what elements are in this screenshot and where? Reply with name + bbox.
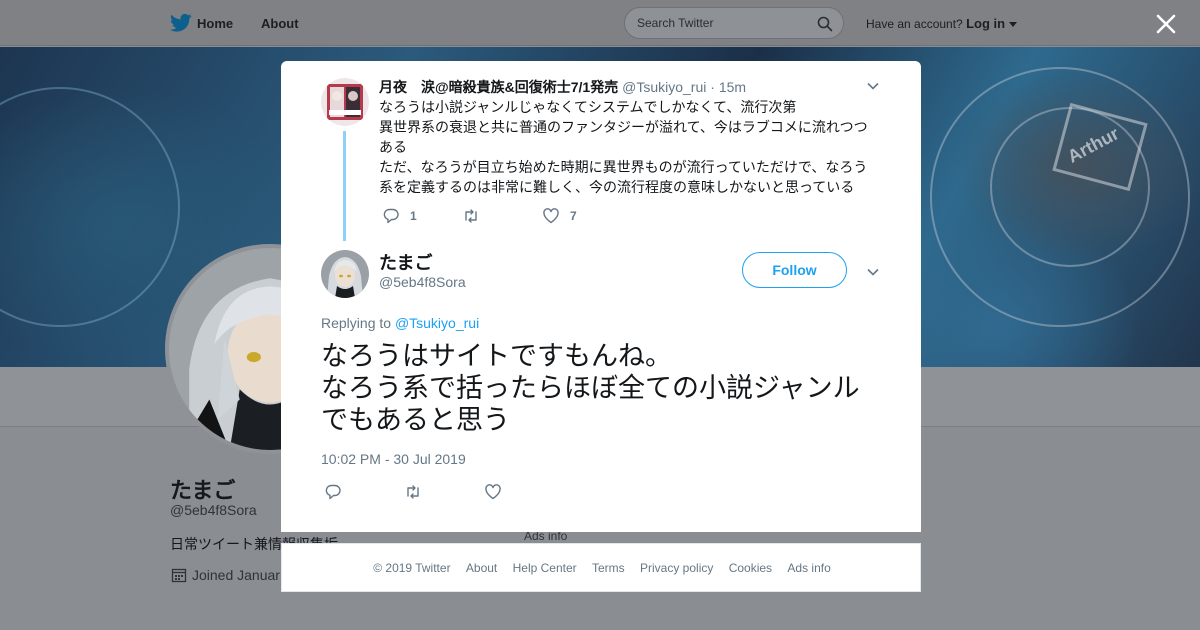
footer-link-copyright: © 2019 Twitter: [373, 561, 451, 575]
retweet-icon: [465, 209, 477, 223]
parent-tweet-time[interactable]: · 15m: [710, 79, 746, 95]
main-tweet-avatar[interactable]: [321, 250, 369, 298]
replying-to: Replying to @Tsukiyo_rui: [321, 315, 479, 331]
profile-name: たまご: [170, 478, 236, 503]
retweet-icon: [407, 485, 419, 499]
footer-links: © 2019 Twitter About Help Center Terms P…: [282, 561, 922, 575]
twitter-bird-icon[interactable]: [170, 13, 192, 33]
footer-link-cookies[interactable]: Cookies: [729, 561, 772, 575]
tweet-permalink-modal: 月夜 涙@暗殺貴族&回復術士7/1発売 @Tsukiyo_rui · 15m な…: [281, 61, 921, 532]
search-icon[interactable]: [817, 16, 833, 32]
main-tweet-author-name[interactable]: たまご: [379, 249, 432, 275]
parent-tweet-avatar[interactable]: [321, 78, 369, 126]
footer-link-about[interactable]: About: [466, 561, 497, 575]
like-count: 7: [570, 209, 577, 223]
parent-tweet-avatar-image: [321, 78, 369, 126]
main-tweet-author-handle[interactable]: @5eb4f8Sora: [379, 274, 466, 290]
footer-link-help-center[interactable]: Help Center: [513, 561, 577, 575]
footer-link-privacy-policy[interactable]: Privacy policy: [640, 561, 713, 575]
reply-icon: [383, 208, 399, 224]
profile-handle[interactable]: @5eb4f8Sora: [170, 502, 257, 518]
close-icon[interactable]: [1155, 13, 1177, 35]
retweet-button[interactable]: [404, 483, 484, 501]
heart-icon: [485, 484, 501, 500]
login-link[interactable]: Log in: [966, 16, 1005, 31]
main-tweet-text: なろうはサイトですもんね。 なろう系で括ったらほぼ全ての小説ジャンルでもあると思…: [321, 340, 881, 436]
replying-to-handle-link[interactable]: @Tsukiyo_rui: [395, 315, 479, 331]
banner-ring: [0, 87, 180, 327]
account-prompt: Have an account? Log in: [866, 16, 1018, 31]
parent-tweet-author-handle[interactable]: @Tsukiyo_rui: [622, 79, 706, 95]
reply-count: 1: [410, 209, 417, 223]
chevron-down-icon[interactable]: [866, 79, 880, 93]
retweet-button[interactable]: [462, 207, 542, 225]
main-tweet-line: なろうはサイトですもんね。: [321, 341, 672, 371]
heart-icon: [543, 208, 559, 224]
main-tweet-avatar-image: [321, 250, 369, 298]
reply-button[interactable]: [324, 483, 404, 501]
calendar-icon: [171, 568, 187, 583]
reply-button[interactable]: 1: [382, 207, 462, 225]
thread-connector-line: [343, 131, 346, 241]
replying-to-label: Replying to: [321, 315, 392, 331]
search-placeholder: Search Twitter: [637, 16, 714, 30]
parent-tweet-header: 月夜 涙@暗殺貴族&回復術士7/1発売 @Tsukiyo_rui · 15m: [379, 77, 746, 97]
nav-about-link[interactable]: About: [261, 16, 299, 31]
caret-down-icon[interactable]: [1009, 21, 1018, 28]
top-navigation-bar: Home About Search Twitter Have an accoun…: [0, 0, 1200, 46]
profile-joined-date: Joined Januar: [192, 567, 280, 583]
main-tweet-actions: [324, 483, 502, 501]
main-tweet-timestamp[interactable]: 10:02 PM - 30 Jul 2019: [321, 451, 466, 467]
footer-link-ads-info[interactable]: Ads info: [787, 561, 830, 575]
like-button[interactable]: 7: [542, 207, 577, 225]
reply-icon: [325, 484, 341, 500]
chevron-down-icon[interactable]: [866, 265, 880, 279]
parent-tweet-author-name[interactable]: 月夜 涙@暗殺貴族&回復術士7/1発売: [379, 79, 618, 95]
modal-footer: © 2019 Twitter About Help Center Terms P…: [281, 543, 921, 592]
account-prompt-text: Have an account?: [866, 17, 963, 31]
parent-tweet-line: 異世界系の衰退と共に普通のファンタジーが溢れて、今はラブコメに流れつつある: [379, 119, 868, 155]
parent-tweet-text: なろうは小説ジャンルじゃなくてシステムでしかなくて、流行次第 異世界系の衰退と共…: [379, 97, 879, 197]
parent-tweet-line: ただ、なろうが目立ち始めた時期に異世界ものが流行っていただけで、なろう系を定義す…: [379, 159, 868, 195]
main-tweet-line: なろう系で括ったらほぼ全ての小説ジャンルでもあると思う: [321, 373, 860, 435]
parent-tweet-line: なろうは小説ジャンルじゃなくてシステムでしかなくて、流行次第: [379, 99, 797, 115]
search-input[interactable]: Search Twitter: [624, 7, 844, 39]
follow-button[interactable]: Follow: [742, 252, 847, 288]
footer-link-terms[interactable]: Terms: [592, 561, 625, 575]
like-button[interactable]: [484, 483, 502, 501]
parent-tweet-actions: 1 7: [382, 207, 577, 225]
nav-home-link[interactable]: Home: [197, 16, 233, 31]
